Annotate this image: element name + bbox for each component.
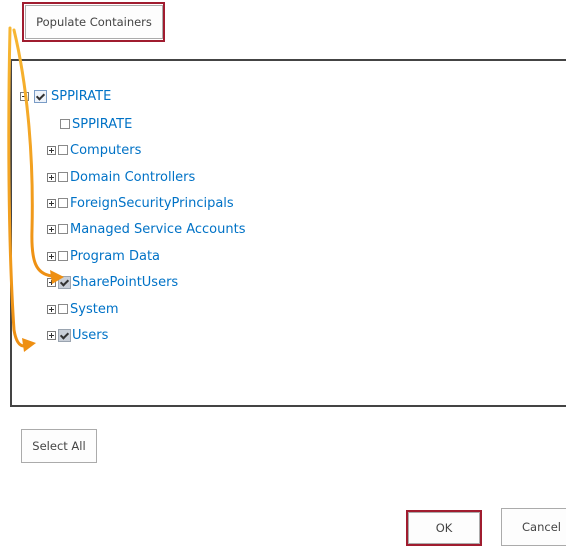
tree-item-domain-controllers[interactable]: Domain Controllers — [47, 167, 195, 187]
tree-item-label[interactable]: Users — [72, 328, 108, 343]
select-all-button[interactable]: Select All — [21, 429, 97, 463]
expand-plus-icon[interactable] — [47, 277, 56, 287]
expand-plus-icon[interactable] — [47, 304, 56, 314]
tree-item-sharepoint-users[interactable]: SharePointUsers — [47, 272, 178, 292]
tree-item-label[interactable]: Managed Service Accounts — [70, 222, 245, 237]
tree-item-label[interactable]: Domain Controllers — [70, 170, 195, 185]
tree-item-sppirate[interactable]: SPPIRATE — [60, 114, 132, 134]
expand-plus-icon[interactable] — [47, 172, 56, 182]
collapse-icon[interactable] — [20, 91, 29, 101]
tree-item-label[interactable]: SharePointUsers — [72, 275, 178, 290]
expand-plus-icon[interactable] — [47, 330, 56, 340]
populate-containers-button[interactable]: Populate Containers — [25, 5, 163, 39]
checkbox-checked-icon[interactable] — [58, 275, 71, 289]
checkbox-icon[interactable] — [58, 304, 68, 314]
tree-item-label[interactable]: System — [70, 302, 118, 317]
tree-item-computers[interactable]: Computers — [47, 140, 141, 160]
tree-item-managed-service-accounts[interactable]: Managed Service Accounts — [47, 219, 245, 239]
expand-plus-icon[interactable] — [47, 145, 56, 155]
checkbox-icon[interactable] — [58, 224, 68, 234]
checkbox-icon[interactable] — [60, 119, 70, 129]
tree-item-label[interactable]: Program Data — [70, 249, 160, 264]
tree-root-row[interactable]: SPPIRATE — [20, 86, 111, 106]
tree-item-foreign-security-principals[interactable]: ForeignSecurityPrincipals — [47, 193, 234, 213]
checkbox-icon[interactable] — [58, 198, 68, 208]
tree-item-program-data[interactable]: Program Data — [47, 246, 160, 266]
ok-button[interactable]: OK — [408, 512, 480, 544]
tree-item-label[interactable]: SPPIRATE — [72, 117, 132, 132]
checkbox-icon[interactable] — [58, 172, 68, 182]
cancel-button[interactable]: Cancel — [501, 508, 566, 546]
expand-plus-icon[interactable] — [47, 198, 56, 208]
checkbox-checked-icon[interactable] — [58, 328, 71, 342]
tree-item-label[interactable]: Computers — [70, 143, 141, 158]
checkbox-checked-icon[interactable] — [34, 89, 47, 103]
checkbox-icon[interactable] — [58, 145, 68, 155]
tree-item-label[interactable]: ForeignSecurityPrincipals — [70, 196, 234, 211]
tree-item-users[interactable]: Users — [47, 325, 108, 345]
expand-plus-icon[interactable] — [47, 224, 56, 234]
expand-plus-icon[interactable] — [47, 251, 56, 261]
tree-root-label[interactable]: SPPIRATE — [51, 89, 111, 104]
tree-item-system[interactable]: System — [47, 299, 118, 319]
checkbox-icon[interactable] — [58, 251, 68, 261]
